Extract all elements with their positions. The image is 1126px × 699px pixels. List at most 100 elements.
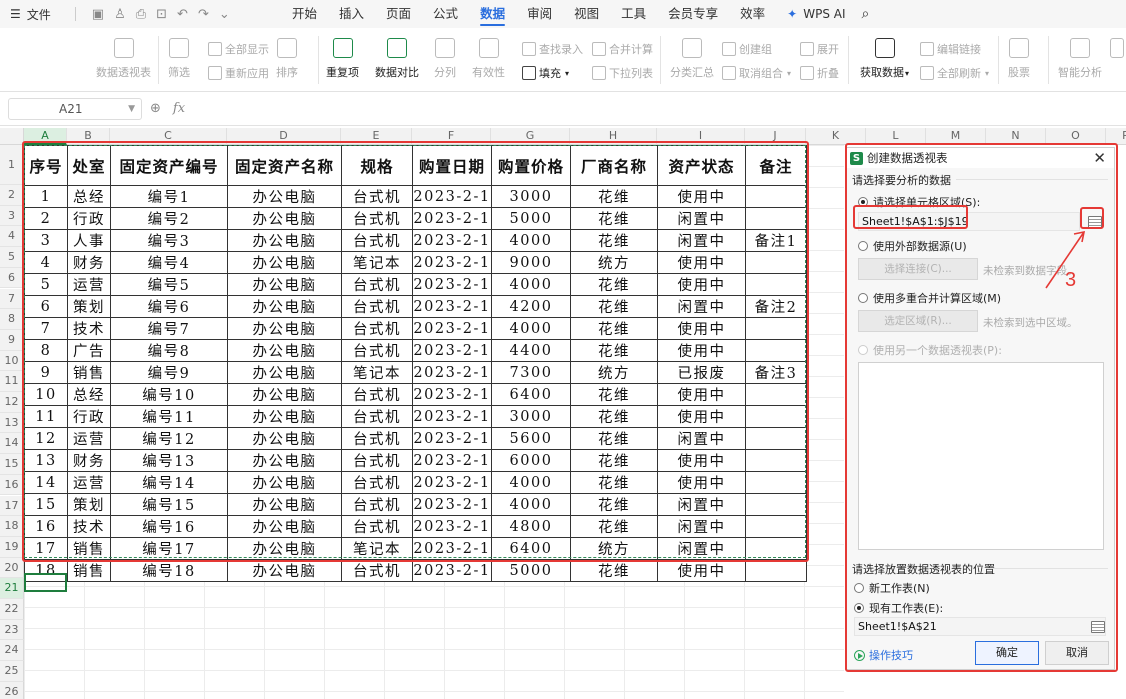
tab-data[interactable]: 数据 — [480, 0, 506, 28]
table-cell[interactable]: 行政 — [67, 207, 111, 230]
table-cell[interactable]: 笔记本 — [341, 537, 413, 560]
close-icon[interactable]: ✕ — [1093, 149, 1106, 167]
stocks-button[interactable]: 股票 — [1008, 38, 1030, 80]
table-cell[interactable] — [745, 559, 807, 582]
table-cell[interactable]: 台式机 — [341, 317, 413, 340]
table-cell[interactable]: 编号13 — [110, 449, 228, 472]
table-cell[interactable]: 5 — [24, 273, 68, 296]
operation-tips-link[interactable]: 操作技巧 — [854, 647, 913, 663]
row-header[interactable]: 25 — [0, 661, 24, 682]
table-cell[interactable]: 销售 — [67, 537, 111, 560]
radio-other-pivot[interactable]: 使用另一个数据透视表(P): — [858, 342, 1002, 358]
table-cell[interactable]: 6400 — [491, 537, 571, 560]
pivot-table-button[interactable]: 数据透视表 — [96, 38, 151, 80]
table-cell[interactable]: 办公电脑 — [227, 383, 342, 406]
table-cell[interactable] — [745, 317, 807, 340]
table-cell[interactable]: 台式机 — [341, 427, 413, 450]
show-all-button[interactable]: 全部显示 — [208, 41, 269, 57]
chevron-down-icon[interactable]: ▼ — [128, 99, 135, 119]
table-cell[interactable]: 总经 — [67, 185, 111, 208]
ungroup-button[interactable]: 取消组合 ▾ — [722, 65, 791, 81]
table-cell[interactable]: 使用中 — [657, 339, 746, 362]
table-cell[interactable]: 花维 — [570, 405, 658, 428]
table-cell[interactable]: 统方 — [570, 537, 658, 560]
validity-button[interactable]: 有效性 — [472, 38, 505, 80]
table-cell[interactable]: 台式机 — [341, 339, 413, 362]
table-cell[interactable]: 3000 — [491, 185, 571, 208]
table-cell[interactable]: 17 — [24, 537, 68, 560]
table-cell[interactable] — [745, 383, 807, 406]
table-cell[interactable]: 闲置中 — [657, 295, 746, 318]
table-cell[interactable] — [745, 449, 807, 472]
row-header[interactable]: 21 — [0, 578, 24, 599]
tab-page[interactable]: 页面 — [386, 0, 411, 28]
table-cell[interactable]: 办公电脑 — [227, 273, 342, 296]
tab-tools[interactable]: 工具 — [621, 0, 646, 28]
table-cell[interactable]: 台式机 — [341, 471, 413, 494]
create-group-button[interactable]: 创建组 — [722, 41, 772, 57]
table-cell[interactable]: 运营 — [67, 273, 111, 296]
table-cell[interactable]: 总经 — [67, 383, 111, 406]
table-cell[interactable]: 花维 — [570, 449, 658, 472]
column-header[interactable]: G — [491, 128, 570, 145]
table-cell[interactable]: 2023-2-1 — [412, 537, 492, 560]
column-header[interactable]: B — [67, 128, 110, 145]
table-cell[interactable]: 销售 — [67, 361, 111, 384]
consolidate-button[interactable]: 合并计算 — [592, 41, 653, 57]
row-header[interactable]: 1 — [0, 145, 24, 185]
table-cell[interactable]: 备注1 — [745, 229, 807, 252]
table-cell[interactable]: 花维 — [570, 273, 658, 296]
redo-icon[interactable]: ↷ — [198, 7, 209, 22]
header-cell[interactable]: 厂商名称 — [570, 145, 658, 186]
table-cell[interactable]: 统方 — [570, 251, 658, 274]
smart-analysis-button[interactable]: 智能分析 — [1058, 38, 1102, 80]
table-cell[interactable]: 台式机 — [341, 515, 413, 538]
table-cell[interactable]: 办公电脑 — [227, 361, 342, 384]
table-cell[interactable]: 运营 — [67, 427, 111, 450]
table-cell[interactable]: 台式机 — [341, 383, 413, 406]
table-cell[interactable]: 编号2 — [110, 207, 228, 230]
table-cell[interactable]: 闲置中 — [657, 207, 746, 230]
table-cell[interactable]: 花维 — [570, 295, 658, 318]
table-cell[interactable]: 1 — [24, 185, 68, 208]
table-cell[interactable]: 2023-2-1 — [412, 449, 492, 472]
table-cell[interactable]: 办公电脑 — [227, 185, 342, 208]
table-cell[interactable]: 办公电脑 — [227, 295, 342, 318]
table-cell[interactable]: 财务 — [67, 449, 111, 472]
table-cell[interactable]: 使用中 — [657, 317, 746, 340]
row-header[interactable]: 10 — [0, 350, 24, 372]
table-cell[interactable]: 闲置中 — [657, 515, 746, 538]
table-cell[interactable]: 7 — [24, 317, 68, 340]
table-cell[interactable]: 2023-2-1 — [412, 339, 492, 362]
table-cell[interactable]: 4000 — [491, 317, 571, 340]
table-cell[interactable]: 花维 — [570, 515, 658, 538]
table-cell[interactable]: 11 — [24, 405, 68, 428]
row-header[interactable]: 20 — [0, 557, 24, 579]
table-cell[interactable]: 5000 — [491, 559, 571, 582]
table-cell[interactable]: 花维 — [570, 317, 658, 340]
pivot-list-box[interactable] — [858, 362, 1104, 550]
table-cell[interactable]: 闲置中 — [657, 537, 746, 560]
table-cell[interactable]: 台式机 — [341, 405, 413, 428]
location-picker-icon[interactable] — [1091, 621, 1105, 633]
table-cell[interactable] — [745, 427, 807, 450]
table-cell[interactable]: 编号11 — [110, 405, 228, 428]
data-compare-button[interactable]: 数据对比 — [375, 38, 419, 80]
split-column-button[interactable]: 分列 — [434, 38, 456, 80]
table-cell[interactable]: 笔记本 — [341, 251, 413, 274]
table-cell[interactable]: 闲置中 — [657, 427, 746, 450]
row-header[interactable]: 24 — [0, 640, 24, 662]
table-cell[interactable] — [745, 251, 807, 274]
table-cell[interactable]: 花维 — [570, 383, 658, 406]
table-cell[interactable]: 花维 — [570, 427, 658, 450]
table-cell[interactable]: 人事 — [67, 229, 111, 252]
table-cell[interactable]: 台式机 — [341, 273, 413, 296]
row-header[interactable]: 8 — [0, 309, 24, 330]
column-header[interactable]: O — [1046, 128, 1106, 145]
row-header[interactable]: 13 — [0, 412, 24, 434]
table-cell[interactable]: 4200 — [491, 295, 571, 318]
header-cell[interactable]: 购置日期 — [412, 145, 492, 186]
column-header[interactable]: K — [806, 128, 866, 145]
header-cell[interactable]: 固定资产编号 — [110, 145, 228, 186]
column-header[interactable]: N — [986, 128, 1046, 145]
